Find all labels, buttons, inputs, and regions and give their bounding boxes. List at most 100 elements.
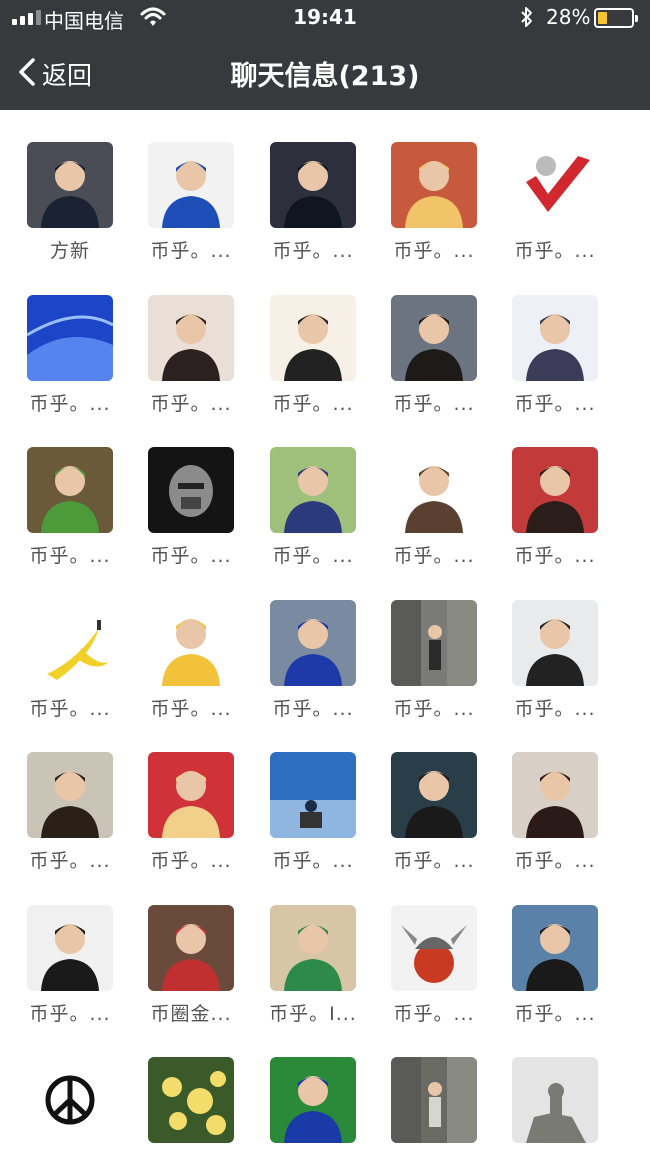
- member-name: 币乎。...: [393, 545, 475, 567]
- avatar[interactable]: [391, 752, 477, 838]
- avatar[interactable]: [512, 752, 598, 838]
- page-title: 聊天信息(213): [230, 61, 420, 92]
- avatar[interactable]: [270, 447, 356, 533]
- avatar[interactable]: [270, 752, 356, 838]
- member-name: 币乎。...: [29, 393, 111, 415]
- member-item[interactable]: 币乎。...: [15, 905, 125, 1026]
- avatar[interactable]: [27, 447, 113, 533]
- member-name: 方新: [49, 240, 90, 262]
- avatar[interactable]: [27, 295, 113, 381]
- member-name: 币乎。...: [29, 1003, 111, 1025]
- member-item[interactable]: 币乎。...: [379, 447, 489, 568]
- avatar[interactable]: [148, 295, 234, 381]
- member-item[interactable]: [258, 1057, 368, 1143]
- member-item[interactable]: 币乎。...: [379, 295, 489, 416]
- member-item[interactable]: 币乎。...: [15, 752, 125, 873]
- member-item[interactable]: 币乎。...: [258, 295, 368, 416]
- member-item[interactable]: 币乎。...: [136, 295, 246, 416]
- nav-bar: 返回 聊天信息(213): [0, 36, 650, 110]
- member-name: 币乎。...: [150, 850, 232, 872]
- member-item[interactable]: 币圈金...: [136, 905, 246, 1026]
- bluetooth-icon: [520, 6, 534, 33]
- avatar[interactable]: [270, 1057, 356, 1143]
- member-name: 币乎。...: [150, 240, 232, 262]
- avatar[interactable]: [512, 1057, 598, 1143]
- avatar[interactable]: [27, 1057, 113, 1143]
- avatar[interactable]: [391, 600, 477, 686]
- avatar[interactable]: [391, 905, 477, 991]
- member-item[interactable]: 币乎。...: [500, 295, 610, 416]
- avatar[interactable]: [27, 600, 113, 686]
- member-name: 币乎。...: [150, 545, 232, 567]
- member-item[interactable]: 币乎。...: [15, 447, 125, 568]
- member-item[interactable]: 币乎。...: [258, 752, 368, 873]
- avatar[interactable]: [27, 752, 113, 838]
- member-item[interactable]: 币乎。I...: [258, 905, 368, 1026]
- member-item[interactable]: 币乎。...: [258, 600, 368, 721]
- member-item[interactable]: 币乎。...: [136, 600, 246, 721]
- avatar[interactable]: [270, 905, 356, 991]
- avatar[interactable]: [148, 1057, 234, 1143]
- member-name: 币乎。...: [514, 545, 596, 567]
- member-name: 币乎。...: [29, 850, 111, 872]
- member-name: 币乎。...: [393, 850, 475, 872]
- member-name: 币乎。...: [272, 850, 354, 872]
- member-name: 币乎。...: [393, 698, 475, 720]
- member-item[interactable]: 币乎。...: [379, 752, 489, 873]
- member-item[interactable]: 方新: [15, 142, 125, 263]
- member-name: 币乎。...: [514, 698, 596, 720]
- member-item[interactable]: 币乎。...: [379, 142, 489, 263]
- member-item[interactable]: 币乎。...: [379, 600, 489, 721]
- member-item[interactable]: 币乎。...: [500, 752, 610, 873]
- avatar[interactable]: [391, 295, 477, 381]
- member-name: 币乎。...: [393, 1003, 475, 1025]
- member-item[interactable]: 币乎。...: [258, 447, 368, 568]
- member-name: 币乎。...: [514, 240, 596, 262]
- member-item[interactable]: 币乎。...: [500, 142, 610, 263]
- member-name: 币乎。...: [150, 698, 232, 720]
- status-bar: 中国电信 19:41 28%: [0, 0, 650, 36]
- avatar[interactable]: [148, 600, 234, 686]
- member-name: 币乎。...: [514, 1003, 596, 1025]
- avatar[interactable]: [27, 142, 113, 228]
- avatar[interactable]: [148, 905, 234, 991]
- member-item[interactable]: [379, 1057, 489, 1143]
- avatar[interactable]: [391, 1057, 477, 1143]
- member-item[interactable]: [15, 1057, 125, 1143]
- avatar[interactable]: [512, 447, 598, 533]
- avatar[interactable]: [27, 905, 113, 991]
- avatar[interactable]: [148, 752, 234, 838]
- member-item[interactable]: 币乎。...: [15, 295, 125, 416]
- member-item[interactable]: 币乎。...: [500, 447, 610, 568]
- avatar[interactable]: [512, 295, 598, 381]
- member-name: 币乎。...: [272, 240, 354, 262]
- member-item[interactable]: 币乎。...: [379, 905, 489, 1026]
- avatar[interactable]: [512, 142, 598, 228]
- avatar[interactable]: [270, 600, 356, 686]
- avatar[interactable]: [391, 142, 477, 228]
- avatar[interactable]: [148, 447, 234, 533]
- member-item[interactable]: 币乎。...: [136, 752, 246, 873]
- member-item[interactable]: 币乎。...: [136, 142, 246, 263]
- member-name: 币乎。...: [393, 393, 475, 415]
- member-name: 币乎。...: [29, 698, 111, 720]
- avatar[interactable]: [512, 600, 598, 686]
- member-item[interactable]: 币乎。...: [15, 600, 125, 721]
- member-name: 币乎。I...: [269, 1003, 357, 1025]
- member-item[interactable]: 币乎。...: [136, 447, 246, 568]
- member-name: 币乎。...: [514, 393, 596, 415]
- member-name: 币圈金...: [150, 1003, 232, 1025]
- member-item[interactable]: 币乎。...: [258, 142, 368, 263]
- member-name: 币乎。...: [514, 850, 596, 872]
- avatar[interactable]: [148, 142, 234, 228]
- avatar[interactable]: [391, 447, 477, 533]
- member-name: 币乎。...: [272, 545, 354, 567]
- avatar[interactable]: [270, 295, 356, 381]
- member-item[interactable]: [500, 1057, 610, 1143]
- member-name: 币乎。...: [393, 240, 475, 262]
- avatar[interactable]: [270, 142, 356, 228]
- member-item[interactable]: 币乎。...: [500, 600, 610, 721]
- avatar[interactable]: [512, 905, 598, 991]
- member-item[interactable]: 币乎。...: [500, 905, 610, 1026]
- member-item[interactable]: [136, 1057, 246, 1143]
